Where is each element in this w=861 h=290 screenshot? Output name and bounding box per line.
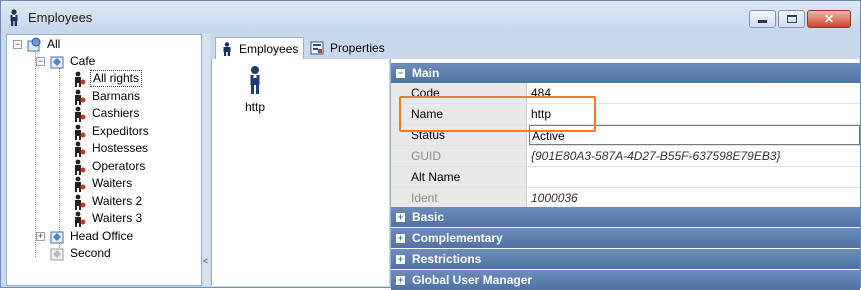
- property-grid[interactable]: − Main Code 484 Name http Status Active …: [390, 59, 860, 290]
- category-complementary[interactable]: + Complementary: [391, 228, 860, 248]
- property-value: {901E80A3-587A-4D27-B55F-637598E79EB3}: [527, 146, 860, 166]
- tree-label: Hostesses: [92, 141, 149, 155]
- category-global-user-manager[interactable]: + Global User Manager: [391, 270, 860, 290]
- tree-node-expeditors[interactable]: Expeditors: [71, 123, 151, 140]
- collapse-icon[interactable]: −: [13, 40, 22, 49]
- tree-node-cafe[interactable]: − Cafe: [36, 53, 97, 70]
- maximize-icon: [786, 15, 797, 23]
- tree-label: Second: [70, 246, 111, 260]
- role-icon: [75, 106, 86, 122]
- tree-node-waiters[interactable]: Waiters: [71, 175, 134, 192]
- property-row-guid[interactable]: GUID {901E80A3-587A-4D27-B55F-637598E79E…: [391, 146, 860, 167]
- tree-node-barmans[interactable]: Barmans: [71, 88, 142, 105]
- tab-properties[interactable]: Properties: [305, 37, 390, 59]
- tree-label: Cashiers: [92, 106, 140, 120]
- expand-icon[interactable]: +: [396, 233, 405, 243]
- close-button[interactable]: ✕: [807, 10, 851, 28]
- property-row-alt-name[interactable]: Alt Name: [391, 167, 860, 188]
- person-icon: [10, 9, 18, 26]
- tree-label: Waiters: [92, 176, 133, 190]
- role-icon: [75, 176, 86, 192]
- group-tree[interactable]: − All − Cafe All rights Barmans Cashiers…: [6, 34, 202, 286]
- person-icon: [223, 41, 231, 56]
- category-basic[interactable]: + Basic: [391, 207, 860, 227]
- role-icon: [75, 194, 86, 210]
- globe-group-icon: [27, 37, 41, 51]
- property-row-ident[interactable]: Ident 1000036: [391, 188, 860, 209]
- tab-label: Properties: [330, 41, 385, 55]
- tree-label: All rights: [90, 70, 143, 87]
- expand-icon[interactable]: +: [396, 254, 405, 264]
- property-value: 1000036: [527, 188, 860, 208]
- role-icon: [75, 71, 86, 87]
- category-label: Global User Manager: [412, 273, 533, 287]
- tree-node-cashiers[interactable]: Cashiers: [71, 105, 141, 122]
- tree-node-waiters-3[interactable]: Waiters 3: [71, 210, 144, 227]
- tree-label: Cafe: [70, 54, 96, 68]
- property-name: GUID: [391, 146, 527, 166]
- expand-icon[interactable]: +: [396, 275, 405, 285]
- tab-label: Employees: [239, 41, 299, 56]
- role-icon: [75, 124, 86, 140]
- collapse-icon[interactable]: −: [36, 57, 45, 66]
- tab-employees[interactable]: Employees: [215, 37, 305, 59]
- category-label: Restrictions: [412, 252, 482, 266]
- window-title: Employees: [28, 10, 93, 25]
- collapse-panel-icon[interactable]: <: [203, 256, 208, 266]
- category-label: Main: [412, 66, 440, 80]
- highlight-box: [399, 96, 596, 132]
- role-icon: [75, 211, 86, 227]
- panel-splitter[interactable]: <: [203, 34, 210, 286]
- expand-icon[interactable]: +: [396, 212, 405, 222]
- category-label: Basic: [412, 210, 445, 224]
- tree-node-second[interactable]: Second: [49, 245, 113, 262]
- group-icon: [50, 231, 64, 243]
- expand-icon[interactable]: +: [36, 232, 45, 241]
- tree-label: Expeditors: [92, 124, 149, 138]
- property-value[interactable]: [527, 167, 860, 187]
- role-icon: [75, 89, 86, 105]
- employee-label: http: [244, 100, 265, 114]
- employee-item[interactable]: http: [240, 65, 270, 114]
- role-icon: [75, 159, 86, 175]
- employee-list[interactable]: http: [211, 59, 389, 286]
- tree-connector: [35, 49, 36, 257]
- tree-node-hostesses[interactable]: Hostesses: [71, 140, 150, 157]
- tree-node-waiters-2[interactable]: Waiters 2: [71, 193, 144, 210]
- tree-node-all[interactable]: − All: [13, 36, 62, 53]
- tree-label: Barmans: [92, 89, 141, 103]
- minimize-icon: [758, 20, 767, 23]
- properties-icon: [310, 41, 324, 55]
- tree-label: Head Office: [70, 229, 134, 243]
- tree-connector: [59, 68, 60, 254]
- tree-node-head-office[interactable]: + Head Office: [36, 228, 135, 245]
- tree-label: Operators: [92, 159, 146, 173]
- tree-node-all-rights[interactable]: All rights: [71, 70, 143, 87]
- property-name: Alt Name: [391, 167, 527, 187]
- tab-bar: Employees Properties: [211, 34, 859, 59]
- employees-window: Employees ✕ − All − Cafe All rights Barm…: [0, 0, 861, 290]
- maximize-button[interactable]: [778, 10, 805, 28]
- group-icon: [50, 56, 64, 68]
- tree-label: Waiters 3: [92, 211, 143, 225]
- role-icon: [75, 141, 86, 157]
- category-label: Complementary: [412, 231, 503, 245]
- group-icon: [50, 248, 64, 260]
- close-icon: ✕: [823, 12, 835, 26]
- minimize-button[interactable]: [749, 10, 776, 28]
- tree-label: All: [47, 37, 61, 51]
- category-main[interactable]: − Main: [391, 63, 860, 83]
- property-name: Ident: [391, 188, 527, 208]
- person-icon: [250, 66, 260, 94]
- category-restrictions[interactable]: + Restrictions: [391, 249, 860, 269]
- tree-label: Waiters 2: [92, 194, 143, 208]
- collapse-icon[interactable]: −: [396, 68, 405, 78]
- tree-node-operators[interactable]: Operators: [71, 158, 147, 175]
- title-bar[interactable]: Employees ✕: [1, 1, 860, 33]
